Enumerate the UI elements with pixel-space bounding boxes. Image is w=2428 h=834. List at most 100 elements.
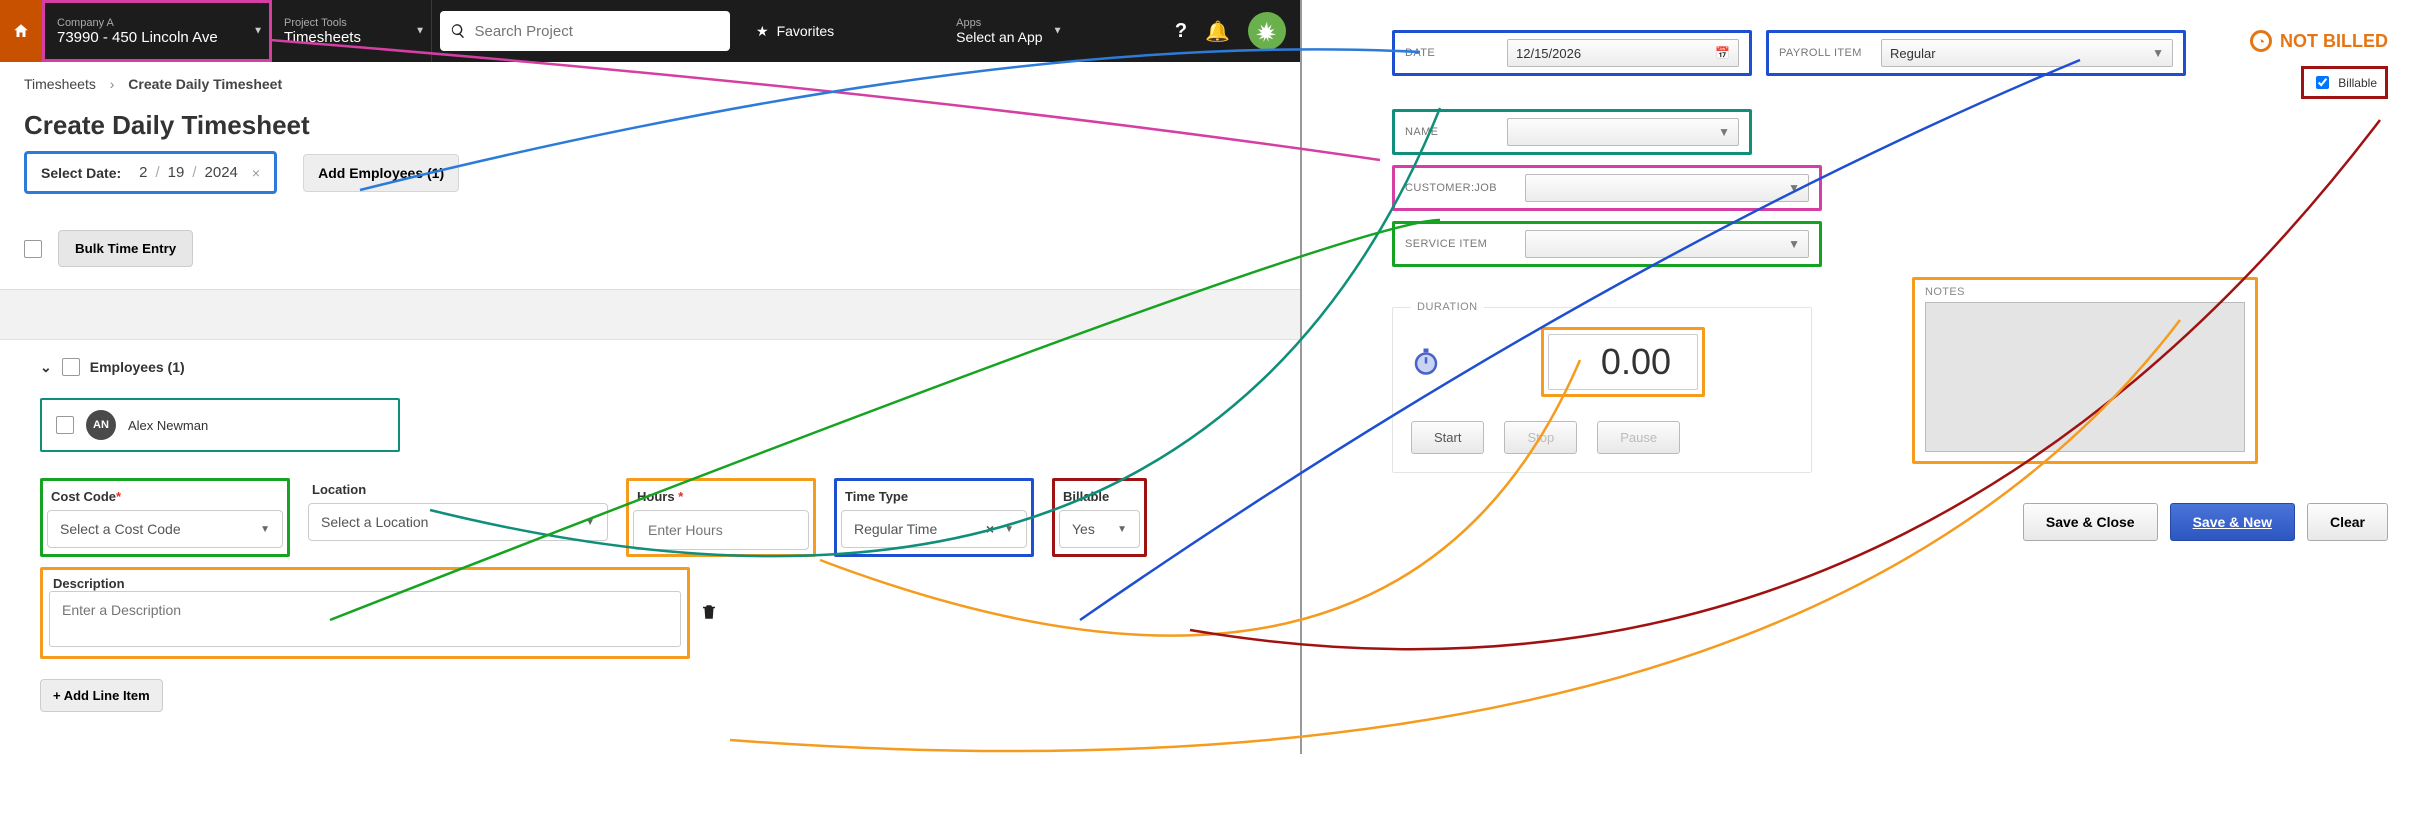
r-customer-label: CUSTOMER:JOB: [1405, 182, 1515, 194]
crumb-root[interactable]: Timesheets: [24, 76, 96, 92]
billable-label: Billable: [1059, 485, 1140, 504]
location-placeholder: Select a Location: [321, 514, 428, 530]
service-field-box: SERVICE ITEM ▼: [1392, 221, 1822, 267]
employees-select-all-checkbox[interactable]: [62, 358, 80, 376]
employee-avatar: AN: [86, 410, 116, 440]
r-service-text[interactable]: [1534, 236, 1788, 253]
home-icon: [12, 22, 30, 40]
billable-checkbox[interactable]: [2316, 76, 2329, 89]
duration-pause-button[interactable]: Pause: [1597, 421, 1680, 454]
tools-selector[interactable]: Project Tools Timesheets ▼: [272, 0, 432, 62]
breadcrumb: Timesheets › Create Daily Timesheet: [0, 62, 1300, 106]
description-field: Description: [40, 567, 690, 659]
r-customer-select[interactable]: ▼: [1525, 174, 1809, 202]
company-label: Company A: [57, 17, 253, 29]
bell-icon[interactable]: 🔔: [1205, 19, 1230, 44]
search-wrap: [432, 0, 738, 62]
save-new-button[interactable]: Save & New: [2170, 503, 2295, 541]
hours-field: Hours *: [626, 478, 816, 557]
clear-button[interactable]: Clear: [2307, 503, 2388, 541]
chevron-down-icon: ▼: [2152, 46, 2164, 60]
cost-code-placeholder: Select a Cost Code: [60, 521, 181, 537]
r-payroll-label: PAYROLL ITEM: [1779, 47, 1871, 59]
duration-value[interactable]: 0.00: [1548, 334, 1698, 390]
r-name-label: NAME: [1405, 126, 1497, 138]
help-icon[interactable]: ?: [1175, 20, 1187, 43]
chevron-down-icon: ▼: [1718, 125, 1730, 139]
chevron-down-icon: ▼: [1117, 524, 1127, 535]
employee-checkbox[interactable]: [56, 416, 74, 434]
stopwatch-icon: [1411, 346, 1441, 379]
bulk-time-entry-button[interactable]: Bulk Time Entry: [58, 230, 193, 267]
apps-value: Select an App: [956, 29, 1042, 45]
notes-label: NOTES: [1925, 286, 2245, 298]
hours-input-wrap[interactable]: [633, 510, 809, 550]
save-close-button[interactable]: Save & Close: [2023, 503, 2158, 541]
clock-outline-icon: ◔: [2250, 30, 2272, 52]
chevron-down-icon: ▼: [1788, 181, 1800, 195]
hours-label: Hours: [637, 489, 675, 504]
duration-stop-button[interactable]: Stop: [1504, 421, 1577, 454]
billable-checkbox-label: Billable: [2338, 76, 2377, 90]
duration-value-box: 0.00: [1541, 327, 1705, 397]
calendar-icon[interactable]: 📅: [1715, 46, 1730, 60]
r-name-select[interactable]: ▼: [1507, 118, 1739, 146]
r-payroll-select[interactable]: Regular ▼: [1881, 39, 2173, 67]
company-selector[interactable]: Company A 73990 - 450 Lincoln Ave ▼: [42, 0, 272, 62]
time-type-field: Time Type Regular Time × ▼: [834, 478, 1034, 557]
time-type-value: Regular Time: [854, 521, 937, 537]
description-label: Description: [49, 572, 129, 591]
clear-date-icon[interactable]: ×: [252, 165, 260, 181]
clear-time-type-icon[interactable]: ×: [986, 521, 994, 537]
bulk-select-checkbox[interactable]: [24, 240, 42, 258]
search-input-wrap[interactable]: [440, 11, 730, 51]
apps-selector[interactable]: Apps Select an App ▼: [942, 0, 1068, 62]
hours-input[interactable]: [646, 521, 796, 539]
duration-start-button[interactable]: Start: [1411, 421, 1484, 454]
billable-checkbox-box[interactable]: Billable: [2301, 66, 2388, 99]
name-field-box: NAME ▼: [1392, 109, 1752, 155]
chevron-right-icon: ›: [110, 76, 115, 92]
r-date-label: DATE: [1405, 47, 1497, 59]
date-month: 2: [139, 164, 147, 181]
description-input[interactable]: [49, 591, 681, 647]
search-input[interactable]: [472, 22, 720, 41]
add-employees-button[interactable]: Add Employees (1): [303, 154, 459, 192]
billable-field: Billable Yes ▼: [1052, 478, 1147, 557]
cost-code-select[interactable]: Select a Cost Code ▼: [47, 510, 283, 548]
select-date-box: Select Date: 2 / 19 / 2024 ×: [24, 151, 277, 194]
r-date-value: 12/15/2026: [1516, 46, 1581, 61]
notes-input[interactable]: [1925, 302, 2245, 452]
notes-box: NOTES: [1912, 277, 2258, 464]
billable-select[interactable]: Yes ▼: [1059, 510, 1140, 548]
r-date-input[interactable]: 12/15/2026 📅: [1507, 39, 1739, 67]
home-button[interactable]: [0, 0, 42, 62]
duration-section: DURATION 0.00 Start Stop Pause: [1392, 307, 1812, 473]
time-type-select[interactable]: Regular Time × ▼: [841, 510, 1027, 548]
chevron-down-icon: ▼: [415, 26, 425, 37]
add-line-item-button[interactable]: + Add Line Item: [40, 679, 163, 712]
not-billed-text: NOT BILLED: [2280, 31, 2388, 52]
favorites-link[interactable]: ★ Favorites: [738, 0, 852, 62]
r-service-input[interactable]: ▼: [1525, 230, 1809, 258]
page-title: Create Daily Timesheet: [24, 110, 1276, 141]
date-year: 2024: [205, 164, 238, 181]
chevron-down-icon: ▼: [1788, 237, 1800, 251]
top-nav: Company A 73990 - 450 Lincoln Ave ▼ Proj…: [0, 0, 1300, 62]
star-icon: ★: [756, 23, 769, 40]
delete-line-icon[interactable]: [700, 603, 718, 624]
profile-avatar[interactable]: [1248, 12, 1286, 50]
chevron-down-icon: ⌄: [40, 359, 52, 376]
date-input[interactable]: 2 / 19 / 2024 ×: [139, 164, 260, 181]
chevron-down-icon: ▼: [1053, 26, 1063, 37]
company-value: 73990 - 450 Lincoln Ave: [57, 29, 253, 46]
duration-label: DURATION: [1411, 301, 1484, 313]
location-select[interactable]: Select a Location ▼: [308, 503, 608, 541]
employees-header[interactable]: ⌄ Employees (1): [40, 358, 1260, 376]
apps-label: Apps: [956, 17, 1042, 29]
search-icon: [450, 22, 466, 40]
employee-row[interactable]: AN Alex Newman: [40, 398, 400, 452]
payroll-field-box: PAYROLL ITEM Regular ▼: [1766, 30, 2186, 76]
agave-icon: [1256, 20, 1278, 42]
select-date-label: Select Date:: [41, 165, 121, 181]
